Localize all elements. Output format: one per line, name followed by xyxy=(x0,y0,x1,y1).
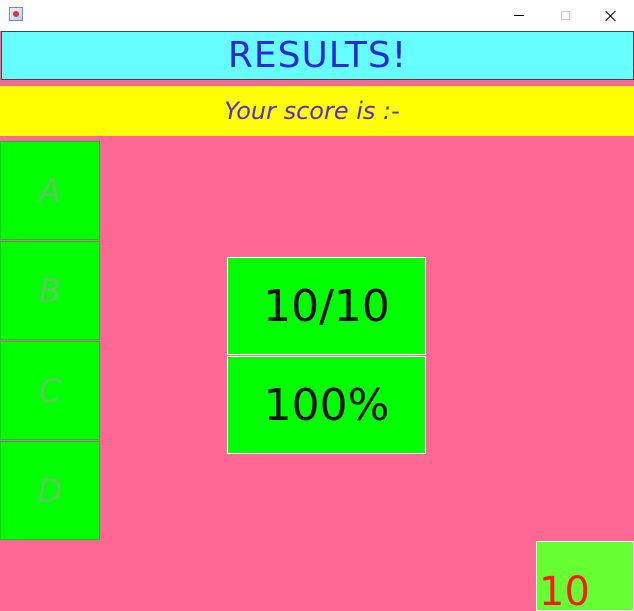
option-c-button[interactable]: C xyxy=(0,341,100,440)
score-banner: Your score is :- xyxy=(0,86,634,136)
window-titlebar[interactable] xyxy=(0,0,634,31)
maximize-icon xyxy=(560,11,570,20)
counter-value: 10 xyxy=(539,569,590,611)
java-app-icon xyxy=(9,7,23,21)
results-window: RESULTS! Your score is :- A B C D 10/10 … xyxy=(0,0,634,611)
minimize-icon xyxy=(514,15,524,16)
option-a-button[interactable]: A xyxy=(0,141,100,240)
minimize-button[interactable] xyxy=(496,0,542,31)
counter-box: 10 xyxy=(536,541,634,611)
score-percent: 100% xyxy=(227,356,426,454)
results-title: RESULTS! xyxy=(1,31,634,80)
close-button[interactable] xyxy=(588,0,634,31)
close-icon xyxy=(605,10,617,22)
score-fraction: 10/10 xyxy=(227,257,426,355)
maximize-button[interactable] xyxy=(542,0,588,31)
option-b-button[interactable]: B xyxy=(0,241,100,340)
option-d-button[interactable]: D xyxy=(0,441,100,540)
